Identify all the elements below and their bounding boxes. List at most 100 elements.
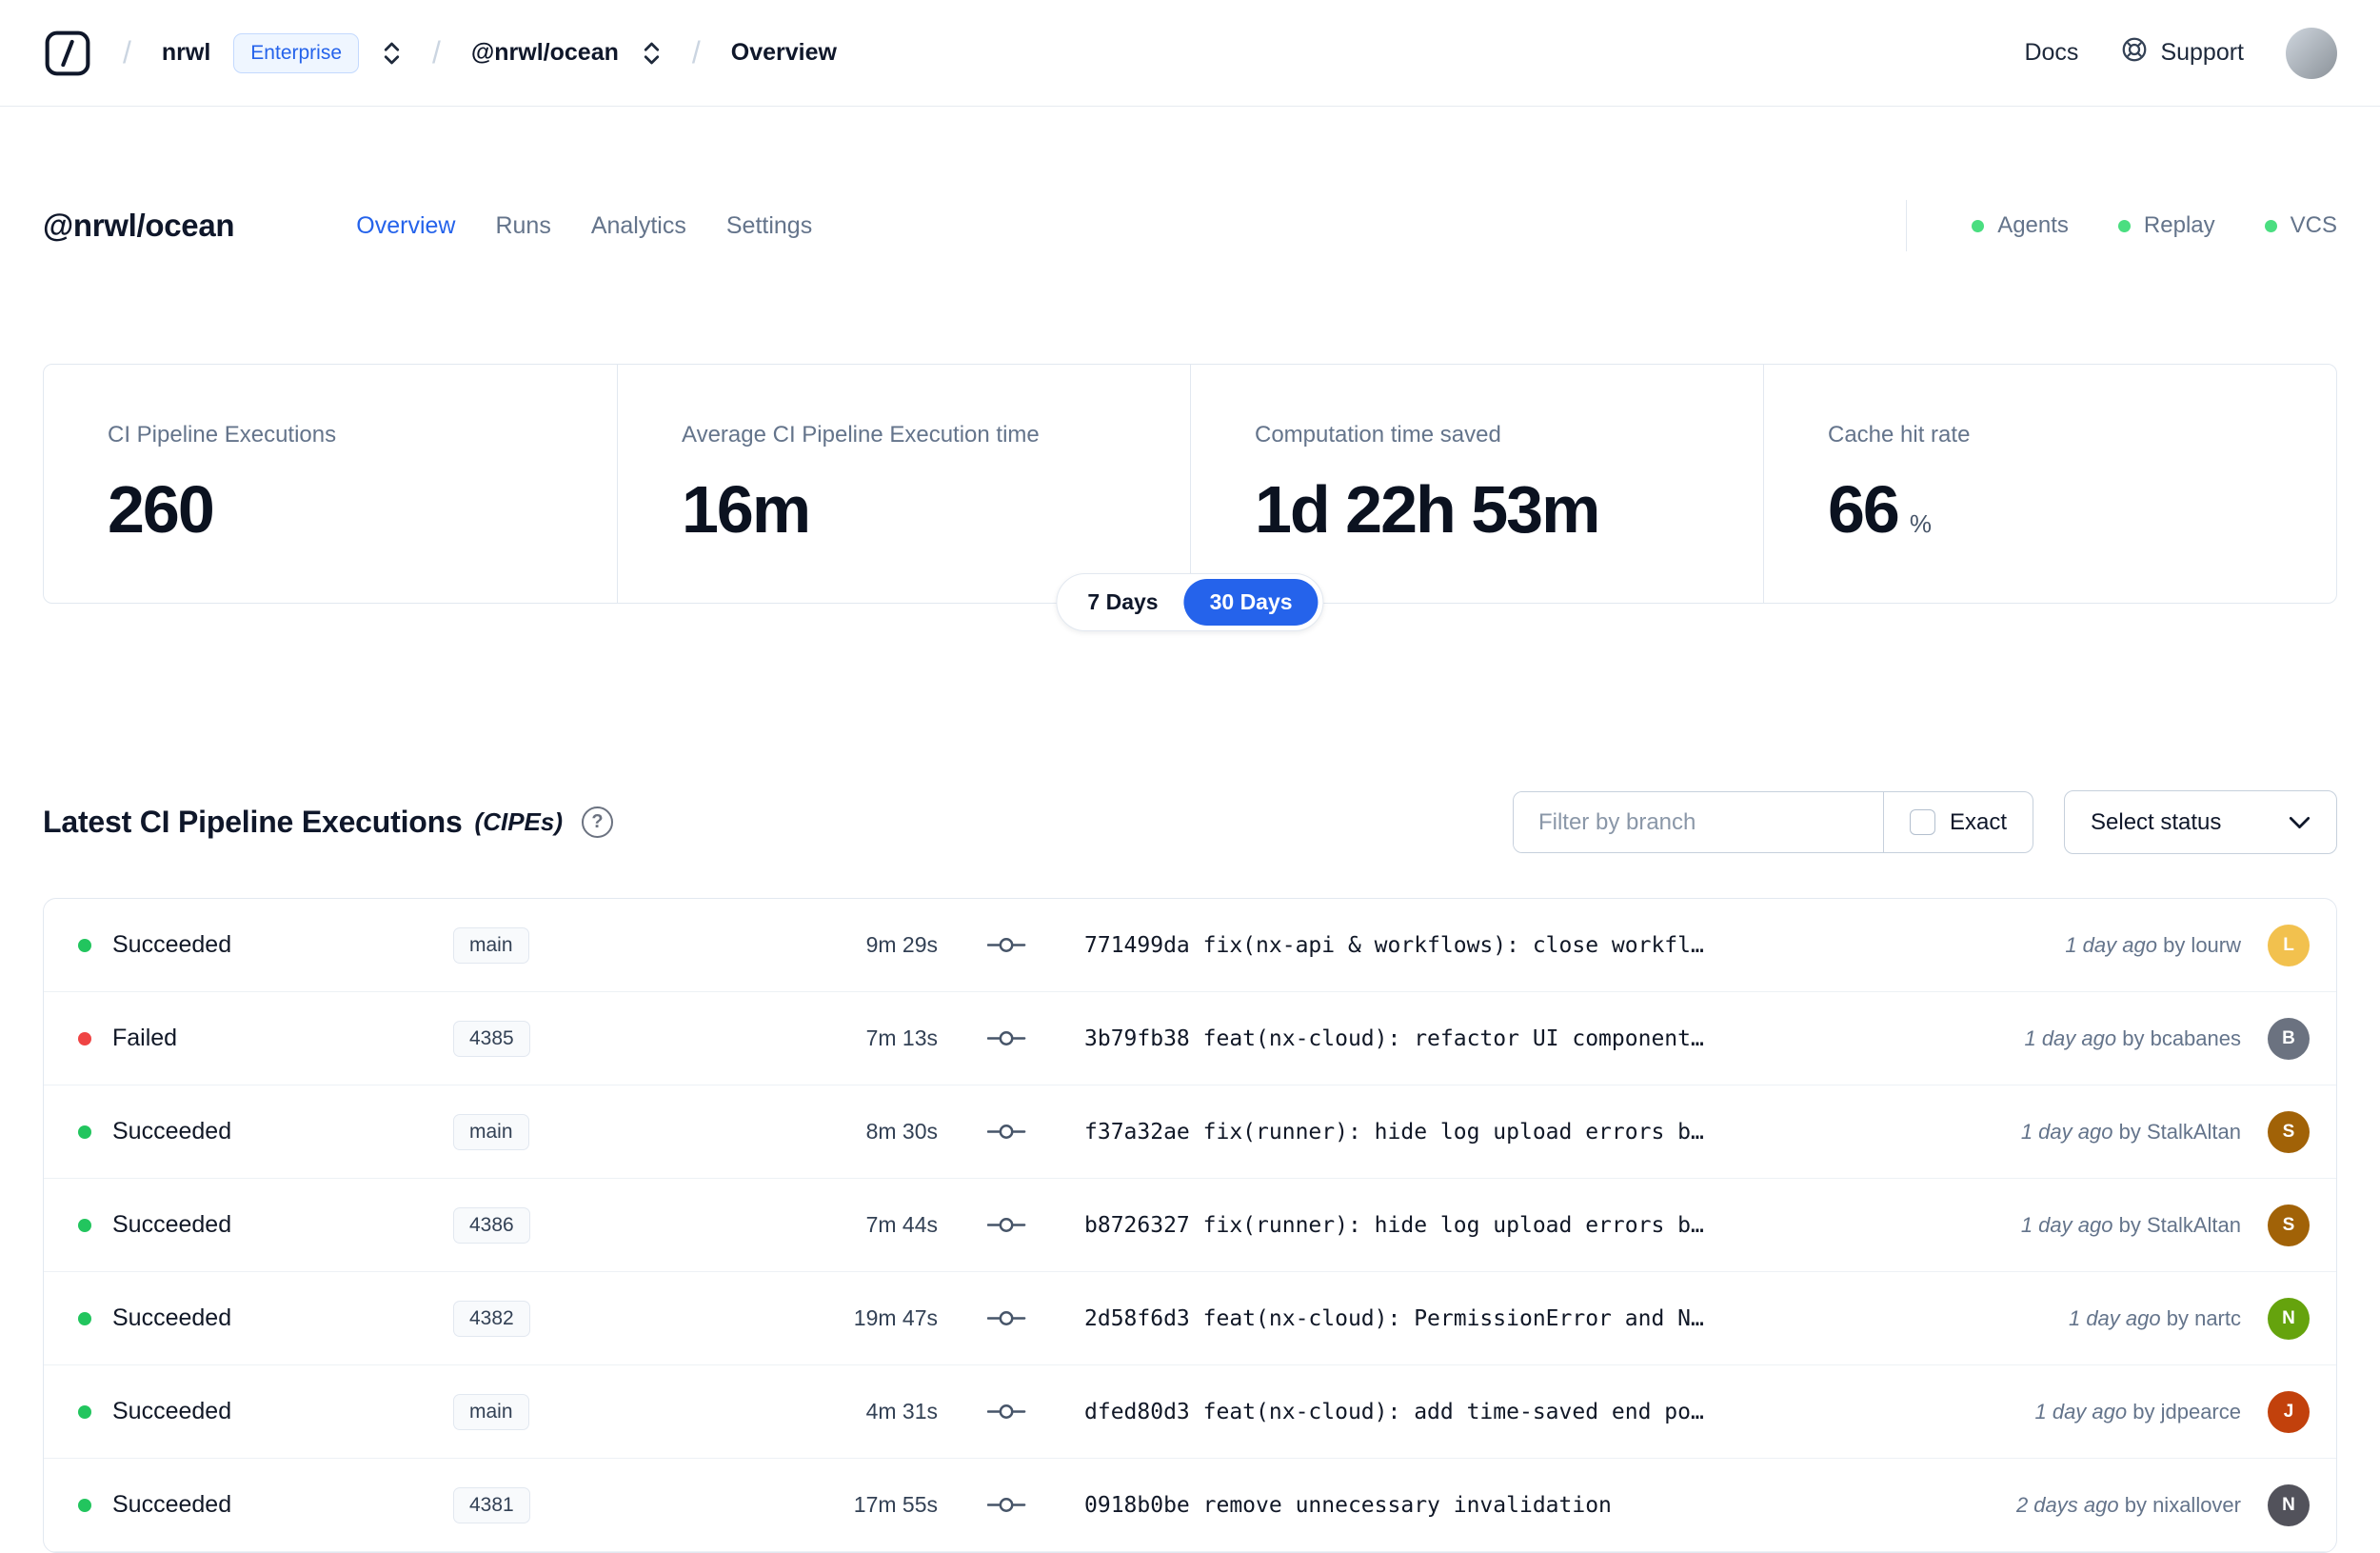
stat-suffix: % <box>1909 509 1932 538</box>
status-dot <box>78 1218 91 1232</box>
tab-overview[interactable]: Overview <box>356 212 455 240</box>
cipe-duration: 7m 44s <box>865 1212 938 1237</box>
page-title: @nrwl/ocean <box>43 208 235 243</box>
branch-filter-input[interactable] <box>1513 792 1883 852</box>
nx-cloud-logo[interactable] <box>43 29 92 78</box>
branch-badge[interactable]: main <box>453 1113 529 1150</box>
status-agents[interactable]: Agents <box>1972 212 2069 239</box>
commit-icon <box>987 1121 1027 1143</box>
branch-badge[interactable]: 4382 <box>453 1300 530 1337</box>
breadcrumb-workspace[interactable]: @nrwl/ocean <box>471 39 619 67</box>
status-label: Replay <box>2143 212 2215 238</box>
branch-badge[interactable]: main <box>453 1393 529 1430</box>
commit-message[interactable]: 0918b0be remove unnecessary invalidation <box>1069 1493 1988 1518</box>
avatar: B <box>2268 1017 2310 1060</box>
enterprise-badge: Enterprise <box>233 32 360 73</box>
status-replay[interactable]: Replay <box>2117 212 2215 239</box>
commit-message[interactable]: 3b79fb38 feat(nx-cloud): refactor UI com… <box>1069 1026 1995 1051</box>
stat-value: 16m <box>682 472 811 547</box>
range-7-days-button[interactable]: 7 Days <box>1061 579 1183 626</box>
commit-message[interactable]: 2d58f6d3 feat(nx-cloud): PermissionError… <box>1069 1306 2040 1331</box>
stat-label: Cache hit rate <box>1828 422 1971 448</box>
user-avatar[interactable] <box>2286 27 2337 79</box>
cipe-row[interactable]: Succeeded main 8m 30s f37a32ae fix(runne… <box>44 1085 2336 1179</box>
range-30-days-button[interactable]: 30 Days <box>1183 579 1319 626</box>
branch-badge[interactable]: 4381 <box>453 1486 530 1523</box>
stat-card-avg-execution-time: Average CI Pipeline Execution time 16m <box>617 365 1190 603</box>
cipe-meta: 1 day ago by StalkAltan <box>2020 1119 2241 1144</box>
status-label: VCS <box>2290 212 2337 238</box>
status-label: Agents <box>1997 212 2069 238</box>
status-vcs[interactable]: VCS <box>2264 212 2337 239</box>
workspace-header: @nrwl/ocean Overview Runs Analytics Sett… <box>0 200 2380 251</box>
stat-card-ci-executions: CI Pipeline Executions 260 <box>44 365 617 603</box>
status-dot <box>78 1031 91 1045</box>
exact-checkbox[interactable] <box>1909 809 1935 835</box>
branch-badge[interactable]: main <box>453 926 529 964</box>
workspace-switcher-icon[interactable] <box>642 39 662 68</box>
cipe-status: Succeeded <box>112 1491 232 1518</box>
tab-analytics[interactable]: Analytics <box>591 212 686 240</box>
support-link[interactable]: Support <box>2120 35 2244 70</box>
commit-message[interactable]: dfed80d3 feat(nx-cloud): add time-saved … <box>1069 1400 2006 1424</box>
status-select-label: Select status <box>2091 808 2222 835</box>
cipe-status: Succeeded <box>112 1304 232 1331</box>
status-dot <box>78 1311 91 1325</box>
cipe-duration: 8m 30s <box>865 1119 938 1144</box>
cipes-controls: Exact Select status <box>1512 790 2337 854</box>
cipe-meta: 1 day ago by lourw <box>2065 932 2241 957</box>
exact-label: Exact <box>1949 808 2007 835</box>
cipe-row[interactable]: Succeeded 4381 17m 55s 0918b0be remove u… <box>44 1459 2336 1552</box>
status-dot <box>78 1404 91 1419</box>
stats-cards: CI Pipeline Executions 260 Average CI Pi… <box>43 364 2337 604</box>
cipe-row[interactable]: Failed 4385 7m 13s 3b79fb38 feat(nx-clou… <box>44 992 2336 1085</box>
cipe-row[interactable]: Succeeded main 4m 31s dfed80d3 feat(nx-c… <box>44 1365 2336 1459</box>
avatar: N <box>2268 1483 2310 1526</box>
status-dot <box>1972 219 1985 232</box>
breadcrumb-separator: / <box>123 35 131 70</box>
cipe-row[interactable]: Succeeded main 9m 29s 771499da fix(nx-ap… <box>44 899 2336 992</box>
cipe-row[interactable]: Succeeded 4382 19m 47s 2d58f6d3 feat(nx-… <box>44 1272 2336 1365</box>
cipe-row[interactable]: Succeeded 4386 7m 44s b8726327 fix(runne… <box>44 1179 2336 1272</box>
stat-value: 1d 22h 53m <box>1255 472 1600 547</box>
commit-message[interactable]: b8726327 fix(runner): hide log upload er… <box>1069 1213 1993 1238</box>
stat-label: Average CI Pipeline Execution time <box>682 422 1040 448</box>
commit-message[interactable]: 771499da fix(nx-api & workflows): close … <box>1069 933 2036 958</box>
help-icon[interactable]: ? <box>582 806 614 838</box>
branch-badge[interactable]: 4386 <box>453 1206 530 1244</box>
branch-badge[interactable]: 4385 <box>453 1020 530 1057</box>
stat-card-time-saved: Computation time saved 1d 22h 53m <box>1190 365 1763 603</box>
cipe-duration: 7m 13s <box>865 1025 938 1050</box>
chevron-down-icon <box>2289 816 2311 828</box>
org-switcher-icon[interactable] <box>382 39 402 68</box>
workspace-tabs: Overview Runs Analytics Settings <box>356 212 812 240</box>
nav-actions: Docs Support <box>2024 27 2337 79</box>
avatar: J <box>2268 1390 2310 1433</box>
commit-icon <box>987 1307 1027 1329</box>
top-navbar: / nrwl Enterprise / @nrwl/ocean / Overvi… <box>0 0 2380 107</box>
tab-settings[interactable]: Settings <box>726 212 812 240</box>
cipes-header: Latest CI Pipeline Executions (CIPEs) ? … <box>0 790 2380 854</box>
commit-icon <box>987 934 1027 956</box>
cipe-status: Succeeded <box>112 1211 232 1238</box>
support-label: Support <box>2160 39 2244 66</box>
cipe-meta: 2 days ago by nixallover <box>2015 1492 2241 1517</box>
docs-link[interactable]: Docs <box>2024 39 2078 67</box>
stat-label: Computation time saved <box>1255 422 1501 448</box>
date-range-toggle: 7 Days 30 Days <box>1056 573 1324 631</box>
avatar: S <box>2268 1110 2310 1153</box>
commit-icon <box>987 1214 1027 1236</box>
stat-label: CI Pipeline Executions <box>108 422 337 448</box>
commit-message[interactable]: f37a32ae fix(runner): hide log upload er… <box>1069 1120 1993 1145</box>
cipe-duration: 4m 31s <box>865 1399 938 1424</box>
tab-runs[interactable]: Runs <box>495 212 550 240</box>
status-dot <box>78 1498 91 1512</box>
cipe-meta: 1 day ago by StalkAltan <box>2020 1212 2241 1237</box>
commit-icon <box>987 1027 1027 1049</box>
status-dot <box>78 938 91 952</box>
status-select-dropdown[interactable]: Select status <box>2064 790 2337 854</box>
status-dot <box>2117 219 2131 232</box>
stat-value: 66 <box>1828 472 1900 547</box>
breadcrumb-org[interactable]: nrwl <box>162 39 210 67</box>
avatar: S <box>2268 1204 2310 1246</box>
